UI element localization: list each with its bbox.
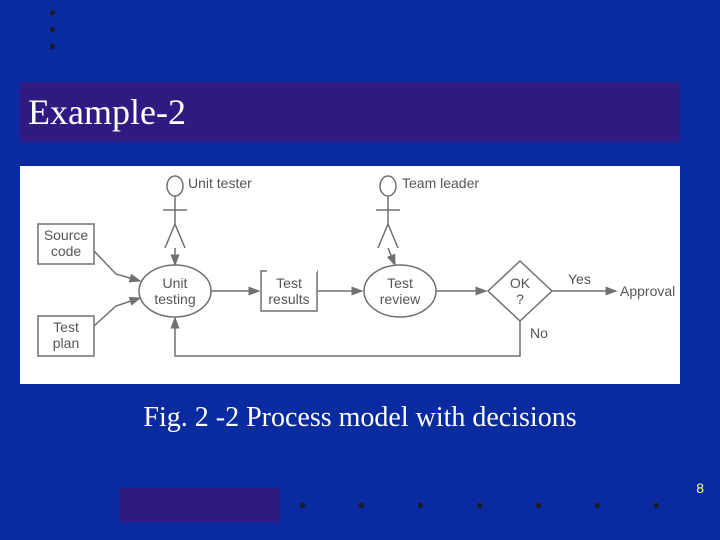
decision-ok-line1: OK <box>510 275 531 291</box>
top-bullet-dots <box>50 10 55 61</box>
input-test-plan-line1: Test <box>53 319 79 335</box>
actor-team-leader-label: Team leader <box>402 175 479 191</box>
activity-test-review: Test review <box>364 265 436 317</box>
actor-team-leader: Team leader <box>376 175 479 248</box>
connector-no-loop <box>175 318 520 356</box>
decision-no-label: No <box>530 325 548 341</box>
connector <box>94 298 140 326</box>
page-number: 8 <box>696 480 704 496</box>
input-source-code-line1: Source <box>44 227 89 243</box>
artifact-test-results-line2: results <box>268 291 309 307</box>
artifact-test-results-line1: Test <box>276 275 302 291</box>
decision-yes-label: Yes <box>568 271 591 287</box>
decision-ok-line2: ? <box>516 291 524 307</box>
title-bar: Example-2 <box>20 82 680 142</box>
actor-unit-tester-label: Unit tester <box>188 175 252 191</box>
output-approval: Approval <box>620 283 675 299</box>
bullet-dot <box>50 27 55 32</box>
process-diagram: Unit tester Team leader Source code Tes <box>20 166 680 384</box>
decision-ok: OK ? <box>488 261 552 321</box>
process-diagram-svg: Unit tester Team leader Source code Tes <box>20 166 680 384</box>
actor-unit-tester: Unit tester <box>163 175 252 248</box>
activity-unit-testing-line1: Unit <box>163 275 188 291</box>
input-source-code-line2: code <box>51 243 82 259</box>
output-approval-label: Approval <box>620 283 675 299</box>
bullet-dot <box>50 10 55 15</box>
slide: Example-2 Unit tester <box>0 0 720 540</box>
footer-bullet-dots <box>300 503 659 508</box>
input-test-plan-line2: plan <box>53 335 79 351</box>
activity-test-review-line1: Test <box>387 275 413 291</box>
bullet-dot <box>654 503 659 508</box>
input-test-plan: Test plan <box>38 316 94 356</box>
connector <box>94 251 140 281</box>
activity-unit-testing: Unit testing <box>139 265 211 317</box>
bullet-dot <box>418 503 423 508</box>
artifact-test-results: Test results <box>261 271 317 311</box>
activity-unit-testing-line2: testing <box>154 291 195 307</box>
bullet-dot <box>50 44 55 49</box>
slide-title: Example-2 <box>28 91 186 133</box>
figure-caption: Fig. 2 -2 Process model with decisions <box>0 402 720 434</box>
bullet-dot <box>477 503 482 508</box>
bullet-dot <box>536 503 541 508</box>
activity-test-review-line2: review <box>380 291 421 307</box>
bullet-dot <box>595 503 600 508</box>
bullet-dot <box>359 503 364 508</box>
bullet-dot <box>300 503 305 508</box>
input-source-code: Source code <box>38 224 94 264</box>
connector <box>388 248 395 265</box>
footer-accent-bar <box>120 488 280 522</box>
